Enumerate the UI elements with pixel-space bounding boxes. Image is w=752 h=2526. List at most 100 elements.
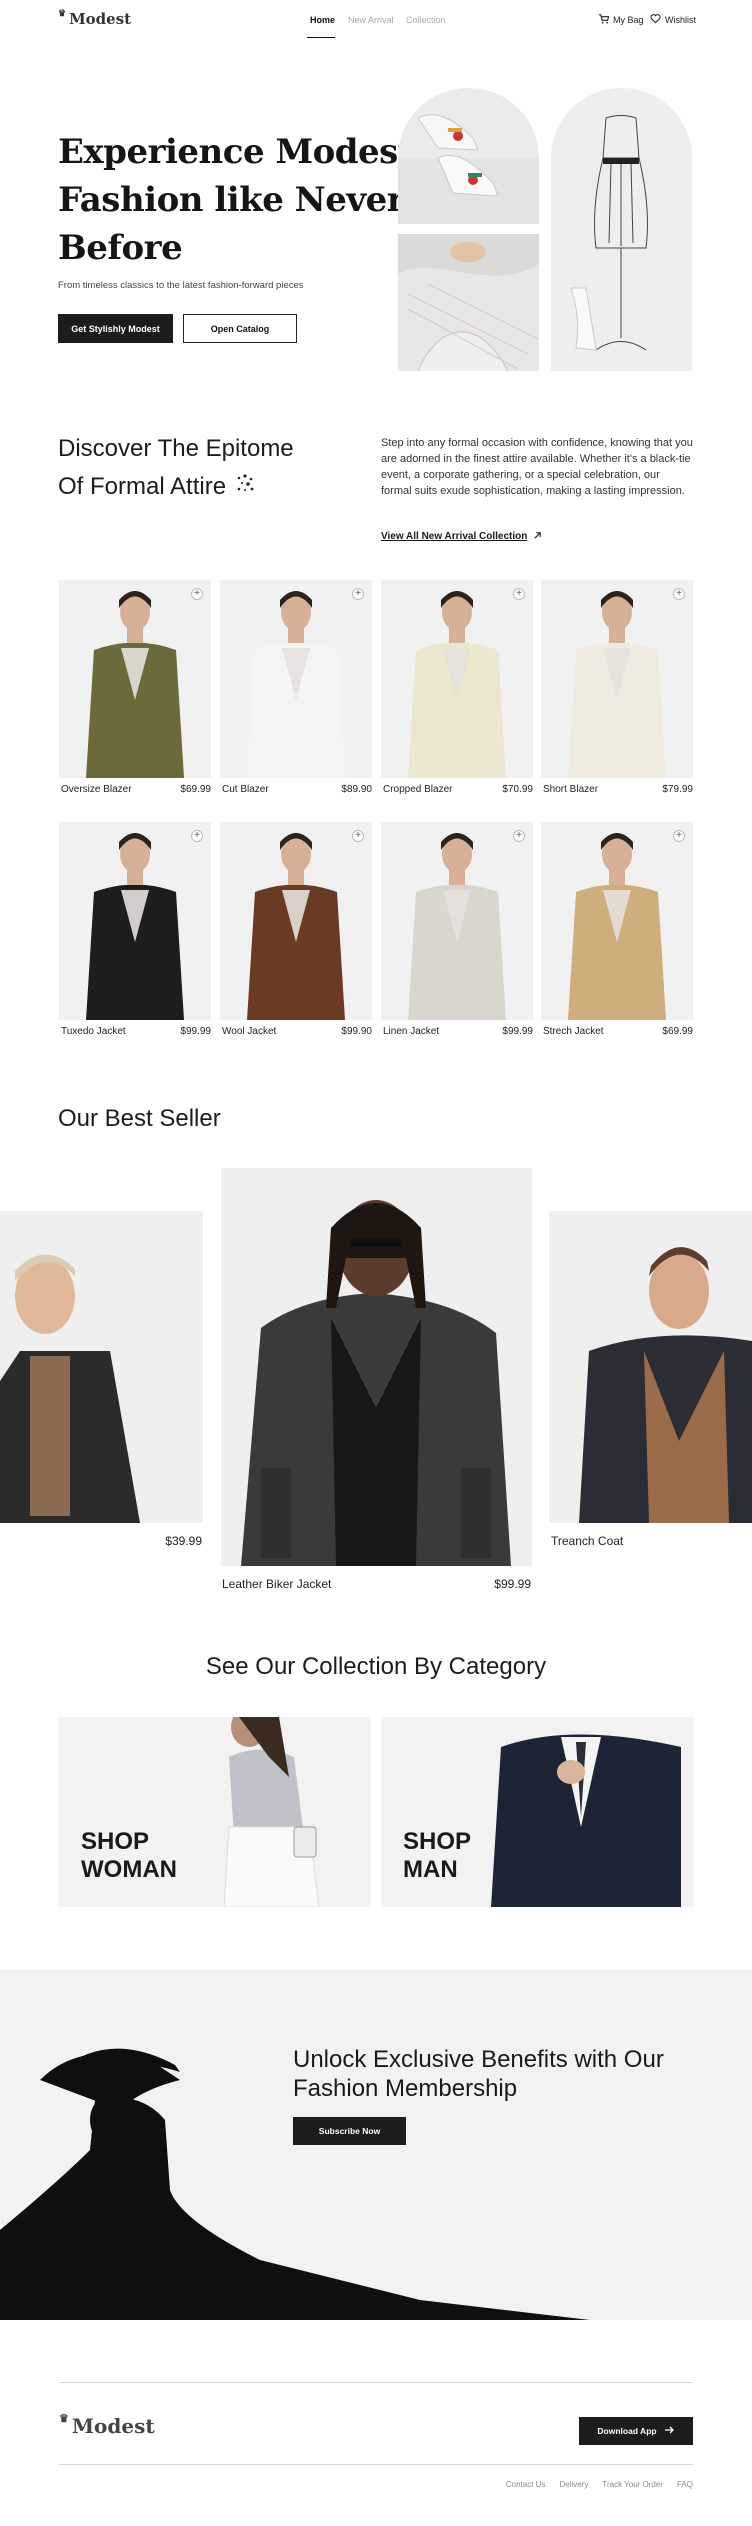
- nav-active-underline: [307, 37, 335, 38]
- nav-link-new-arrival[interactable]: New Arrival: [348, 15, 394, 25]
- membership-silhouette-image: [0, 1970, 752, 2320]
- top-nav: ♛ Modest Home New Arrival Collection My …: [0, 0, 752, 40]
- shop-man-label: SHOP MAN: [403, 1828, 471, 1884]
- footer: ♛ Modest Download App Contact Us Deliver…: [0, 2320, 752, 2526]
- product-name: Tuxedo Jacket: [61, 1026, 126, 1037]
- bestseller-card-left[interactable]: $39.99: [0, 1211, 203, 1551]
- footer-brand-name: Modest: [71, 2414, 155, 2438]
- product-card[interactable]: + Linen Jacket $99.99: [381, 822, 533, 1042]
- product-image: [381, 580, 533, 778]
- product-image: [220, 580, 372, 778]
- membership-banner: Unlock Exclusive Benefits with Our Fashi…: [0, 1970, 752, 2320]
- bestseller-right-image: [549, 1211, 752, 1523]
- product-price: $99.99: [502, 1026, 533, 1037]
- membership-title-line2: Fashion Membership: [293, 2075, 518, 2102]
- arrow-up-right-icon: [533, 527, 542, 545]
- discover-title-line2: Of Formal Attire: [58, 473, 227, 500]
- nav-link-home[interactable]: Home: [310, 15, 335, 25]
- footer-divider-top: [59, 2382, 693, 2383]
- product-name: Oversize Blazer: [61, 784, 132, 795]
- add-to-wishlist-plus-icon[interactable]: +: [352, 830, 364, 842]
- product-image: [59, 822, 211, 1020]
- footer-link-track-order[interactable]: Track Your Order: [602, 2480, 663, 2489]
- shop-woman-line1: SHOP: [81, 1828, 150, 1855]
- hero-title-line1: Experience Modest: [58, 132, 414, 172]
- product-card[interactable]: + Strech Jacket $69.99: [541, 822, 693, 1042]
- product-name: Strech Jacket: [543, 1026, 604, 1037]
- open-catalog-button[interactable]: Open Catalog: [183, 314, 297, 343]
- brand-name: Modest: [69, 10, 132, 28]
- hero-title-line2: Fashion like Never: [58, 180, 405, 220]
- discover-section: Discover The Epitome Of Formal Attire St…: [0, 420, 752, 550]
- discover-title-line1: Discover The Epitome: [58, 435, 294, 462]
- footer-link-delivery[interactable]: Delivery: [559, 2480, 588, 2489]
- view-all-label: View All New Arrival Collection: [381, 530, 528, 542]
- bestseller-center-name: Leather Biker Jacket: [222, 1577, 332, 1591]
- my-bag-button[interactable]: My Bag: [598, 13, 644, 26]
- add-to-wishlist-plus-icon[interactable]: +: [673, 830, 685, 842]
- view-all-new-arrival-link[interactable]: View All New Arrival Collection: [381, 527, 542, 545]
- bestseller-right-name: Treanch Coat: [551, 1534, 624, 1548]
- product-card[interactable]: + Tuxedo Jacket $99.99: [59, 822, 211, 1042]
- product-price: $79.99: [662, 784, 693, 795]
- shop-man-line2: MAN: [403, 1856, 458, 1883]
- product-card[interactable]: + Oversize Blazer $69.99: [59, 580, 211, 800]
- add-to-wishlist-plus-icon[interactable]: +: [191, 830, 203, 842]
- bestseller-card-center[interactable]: Leather Biker Jacket $99.99: [221, 1168, 532, 1591]
- hero-image-mannequin: [551, 88, 692, 371]
- product-image: [59, 580, 211, 778]
- footer-divider-bottom: [59, 2464, 693, 2465]
- shop-man-card[interactable]: SHOP MAN: [381, 1717, 693, 1907]
- product-name: Cut Blazer: [222, 784, 269, 795]
- sparkle-icon: [234, 468, 256, 506]
- product-price: $99.99: [180, 1026, 211, 1037]
- add-to-wishlist-plus-icon[interactable]: +: [513, 588, 525, 600]
- shop-man-line1: SHOP: [403, 1828, 472, 1855]
- product-image: [541, 822, 693, 1020]
- wishlist-button[interactable]: Wishlist: [650, 13, 696, 26]
- bestseller-card-right[interactable]: Treanch Coat: [549, 1211, 752, 1551]
- get-stylishly-modest-button[interactable]: Get Stylishly Modest: [58, 314, 173, 343]
- my-bag-label: My Bag: [613, 14, 644, 25]
- footer-link-faq[interactable]: FAQ: [677, 2480, 693, 2489]
- product-image: [220, 822, 372, 1020]
- hero-title: Experience Modest Fashion like Never Bef…: [58, 128, 414, 272]
- subscribe-now-button[interactable]: Subscribe Now: [293, 2117, 406, 2145]
- hero-title-line3: Before: [58, 228, 183, 268]
- product-card[interactable]: + Cropped Blazer $70.99: [381, 580, 533, 800]
- bestseller-center-price: $99.99: [494, 1577, 531, 1591]
- product-grid: + Oversize Blazer $69.99 + Cut Blazer $89.90…: [0, 580, 752, 1040]
- product-price: $89.90: [341, 784, 372, 795]
- shop-woman-card[interactable]: SHOP WOMAN: [59, 1717, 371, 1907]
- product-price: $69.99: [180, 784, 211, 795]
- download-app-button[interactable]: Download App: [579, 2417, 693, 2445]
- product-name: Short Blazer: [543, 784, 599, 795]
- hero-section: Experience Modest Fashion like Never Bef…: [0, 80, 752, 380]
- add-to-wishlist-plus-icon[interactable]: +: [191, 588, 203, 600]
- discover-title-line2-wrap: Of Formal Attire: [58, 468, 294, 506]
- crown-icon: ♛: [58, 9, 67, 19]
- footer-links: Contact Us Delivery Track Your Order FAQ: [506, 2480, 693, 2489]
- footer-logo[interactable]: ♛ Modest: [59, 2412, 155, 2439]
- bestseller-left-price: $39.99: [165, 1534, 202, 1548]
- arrow-right-icon: [664, 2426, 675, 2436]
- add-to-wishlist-plus-icon[interactable]: +: [673, 588, 685, 600]
- download-app-label: Download App: [597, 2426, 657, 2436]
- discover-description: Step into any formal occasion with confi…: [381, 437, 693, 497]
- brand-logo[interactable]: ♛ Modest: [58, 9, 132, 28]
- product-card[interactable]: + Short Blazer $79.99: [541, 580, 693, 800]
- product-card[interactable]: + Wool Jacket $99.90: [220, 822, 372, 1042]
- nav-link-collection[interactable]: Collection: [406, 15, 446, 25]
- product-name: Cropped Blazer: [383, 784, 453, 795]
- shop-woman-label: SHOP WOMAN: [81, 1828, 177, 1884]
- product-card[interactable]: + Cut Blazer $89.90: [220, 580, 372, 800]
- product-name: Linen Jacket: [383, 1026, 440, 1037]
- hero-subtitle: From timeless classics to the latest fas…: [58, 280, 304, 291]
- membership-title: Unlock Exclusive Benefits with Our Fashi…: [293, 2045, 664, 2103]
- hero-image-shoes: [398, 88, 539, 224]
- product-price: $69.99: [662, 1026, 693, 1037]
- add-to-wishlist-plus-icon[interactable]: +: [352, 588, 364, 600]
- bag-icon: [598, 13, 610, 26]
- add-to-wishlist-plus-icon[interactable]: +: [513, 830, 525, 842]
- footer-link-contact-us[interactable]: Contact Us: [506, 2480, 546, 2489]
